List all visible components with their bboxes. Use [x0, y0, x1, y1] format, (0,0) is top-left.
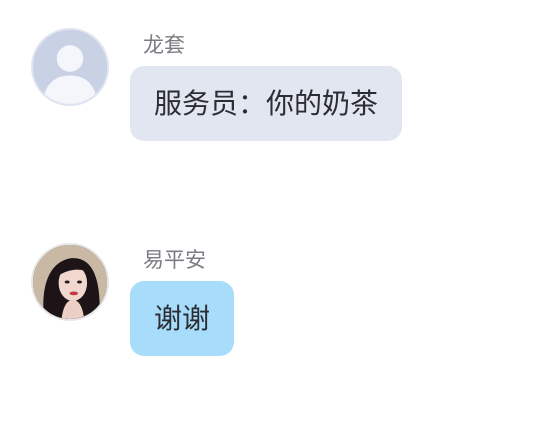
sender-name: 龙套 [143, 33, 185, 57]
user-silhouette-icon [42, 45, 98, 104]
message-bubble[interactable]: 服务员：你的奶茶 [130, 66, 403, 141]
default-user-icon[interactable] [31, 28, 109, 106]
user-photo-avatar[interactable] [31, 243, 109, 321]
portrait-image [33, 245, 107, 319]
message-bubble[interactable]: 谢谢 [130, 281, 235, 356]
sender-name: 易平安 [143, 248, 206, 272]
chat-conversation: 龙套 服务员：你的奶茶 易平安 谢谢 [0, 0, 560, 426]
